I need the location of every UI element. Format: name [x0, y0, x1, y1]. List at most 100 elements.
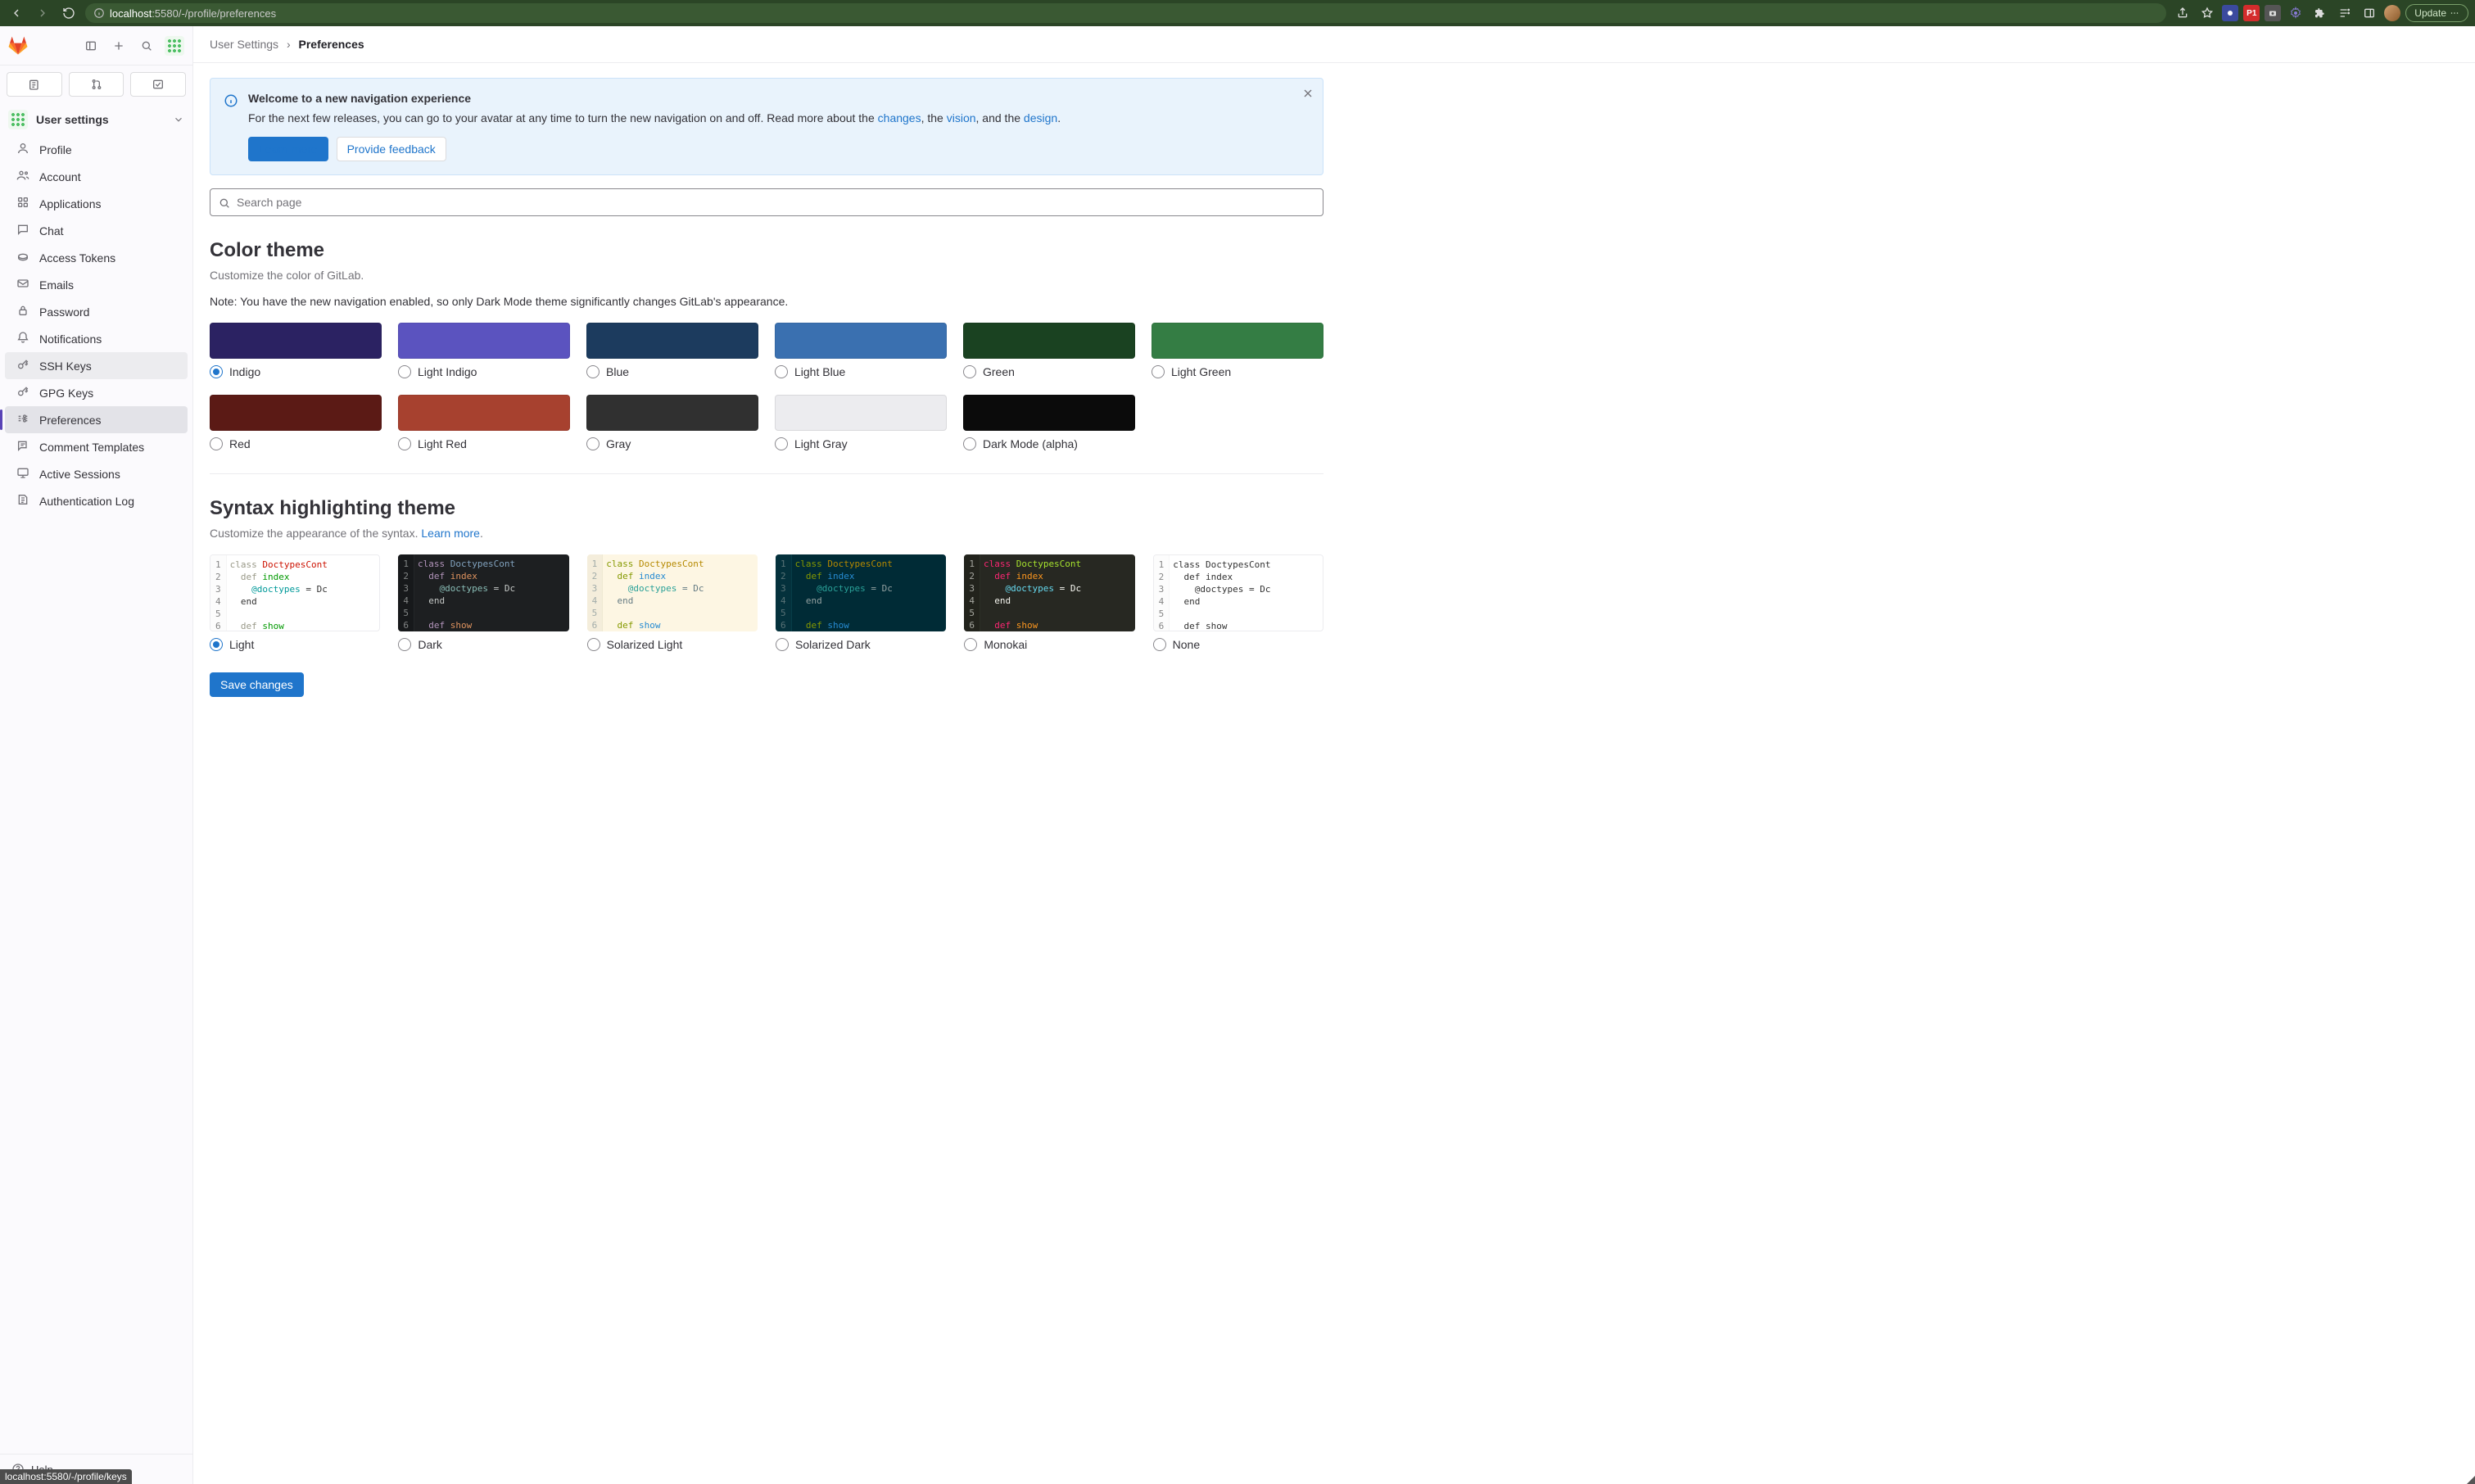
syntax-option-none[interactable]: 1 2 3 4 5 6class DoctypesCont def index … — [1153, 554, 1323, 651]
theme-option-light-blue[interactable]: Light Blue — [775, 323, 947, 378]
nav-back-button[interactable] — [7, 3, 26, 23]
search-icon[interactable] — [137, 36, 156, 56]
syntax-radio-row[interactable]: Monokai — [964, 638, 1134, 651]
theme-radio-row[interactable]: Light Blue — [775, 365, 947, 378]
syntax-radio-row[interactable]: Light — [210, 638, 380, 651]
context-switcher[interactable]: User settings — [0, 103, 192, 136]
syntax-radio-row[interactable]: None — [1153, 638, 1323, 651]
callout-link-vision[interactable]: vision — [947, 111, 976, 124]
sidebar-item-profile[interactable]: Profile — [5, 136, 188, 163]
theme-option-light-red[interactable]: Light Red — [398, 395, 570, 450]
sidebar-item-password[interactable]: Password — [5, 298, 188, 325]
theme-radio-row[interactable]: Light Gray — [775, 437, 947, 450]
syntax-option-solarized-dark[interactable]: 1 2 3 4 5 6class DoctypesCont def index … — [776, 554, 946, 651]
sidebar-item-access-tokens[interactable]: Access Tokens — [5, 244, 188, 271]
sidebar-collapse-icon[interactable] — [81, 36, 101, 56]
sidebar-item-active-sessions[interactable]: Active Sessions — [5, 460, 188, 487]
theme-option-blue[interactable]: Blue — [586, 323, 758, 378]
radio-icon — [963, 365, 976, 378]
theme-option-red[interactable]: Red — [210, 395, 382, 450]
bookmark-icon[interactable] — [2197, 3, 2217, 23]
syntax-option-monokai[interactable]: 1 2 3 4 5 6class DoctypesCont def index … — [964, 554, 1134, 651]
theme-option-light-gray[interactable]: Light Gray — [775, 395, 947, 450]
callout-close-button[interactable] — [1301, 87, 1314, 102]
callout-link-changes[interactable]: changes — [878, 111, 921, 124]
syntax-learn-more-link[interactable]: Learn more — [421, 527, 480, 540]
sidebar-item-gpg-keys[interactable]: GPG Keys — [5, 379, 188, 406]
callout-feedback-button[interactable]: Provide feedback — [337, 137, 446, 161]
search-icon — [218, 197, 231, 210]
sidebar-item-ssh-keys[interactable]: SSH Keys — [5, 352, 188, 379]
extension-icon[interactable] — [2222, 5, 2238, 21]
theme-radio-row[interactable]: Light Red — [398, 437, 570, 450]
extensions-puzzle-icon[interactable] — [2310, 3, 2330, 23]
extension-p1-icon[interactable]: P1 — [2243, 5, 2260, 21]
theme-option-green[interactable]: Green — [963, 323, 1135, 378]
context-mr-button[interactable] — [69, 72, 124, 97]
share-icon[interactable] — [2173, 3, 2192, 23]
syntax-option-light[interactable]: 1 2 3 4 5 6class DoctypesCont def index … — [210, 554, 380, 651]
sidebar-item-account[interactable]: Account — [5, 163, 188, 190]
search-input[interactable] — [210, 188, 1323, 216]
create-new-icon[interactable] — [109, 36, 129, 56]
sidebar-item-authentication-log[interactable]: Authentication Log — [5, 487, 188, 514]
context-todo-button[interactable] — [130, 72, 186, 97]
callout-learn-more-button[interactable]: Learn more — [248, 137, 328, 161]
syntax-radio-row[interactable]: Solarized Dark — [776, 638, 946, 651]
user-identicon[interactable] — [165, 36, 184, 56]
callout-body: For the next few releases, you can go to… — [248, 110, 1310, 127]
theme-radio-row[interactable]: Light Green — [1152, 365, 1323, 378]
theme-radio-row[interactable]: Green — [963, 365, 1135, 378]
sidebar-item-chat[interactable]: Chat — [5, 217, 188, 244]
url-text: localhost:5580/-/profile/preferences — [110, 7, 276, 20]
theme-option-light-green[interactable]: Light Green — [1152, 323, 1323, 378]
context-icon-row — [0, 66, 192, 103]
color-theme-sub: Customize the color of GitLab. — [210, 269, 1323, 282]
syntax-label: None — [1173, 638, 1200, 651]
radio-icon — [210, 437, 223, 450]
profile-avatar[interactable] — [2384, 5, 2400, 21]
syntax-label: Dark — [418, 638, 442, 651]
main-content: User Settings › Preferences Welcome to a… — [193, 26, 2475, 1484]
theme-option-indigo[interactable]: Indigo — [210, 323, 382, 378]
callout-link-design[interactable]: design — [1024, 111, 1057, 124]
browser-update-button[interactable]: Update — [2405, 4, 2468, 22]
nav-forward-button[interactable] — [33, 3, 52, 23]
save-changes-button[interactable]: Save changes — [210, 672, 304, 697]
panel-icon[interactable] — [2360, 3, 2379, 23]
sidebar-item-emails[interactable]: Emails — [5, 271, 188, 298]
sidebar: User settings ProfileAccountApplications… — [0, 26, 193, 1484]
resize-grip-icon[interactable] — [2467, 1476, 2475, 1484]
breadcrumb-root[interactable]: User Settings — [210, 38, 278, 51]
theme-swatch — [1152, 323, 1323, 359]
url-bar[interactable]: localhost:5580/-/profile/preferences — [85, 3, 2166, 23]
sidebar-item-applications[interactable]: Applications — [5, 190, 188, 217]
reading-list-icon[interactable] — [2335, 3, 2355, 23]
nav-reload-button[interactable] — [59, 3, 79, 23]
extension-gear-icon[interactable] — [2286, 3, 2305, 23]
theme-radio-row[interactable]: Light Indigo — [398, 365, 570, 378]
theme-radio-row[interactable]: Indigo — [210, 365, 382, 378]
nav-icon — [16, 358, 29, 373]
theme-option-light-indigo[interactable]: Light Indigo — [398, 323, 570, 378]
theme-option-gray[interactable]: Gray — [586, 395, 758, 450]
nav-icon — [16, 385, 29, 400]
syntax-radio-row[interactable]: Dark — [398, 638, 568, 651]
sidebar-item-preferences[interactable]: Preferences — [5, 406, 188, 433]
syntax-option-solarized-light[interactable]: 1 2 3 4 5 6class DoctypesCont def index … — [587, 554, 758, 651]
sidebar-item-notifications[interactable]: Notifications — [5, 325, 188, 352]
theme-radio-row[interactable]: Red — [210, 437, 382, 450]
nav-icon — [16, 439, 29, 455]
theme-radio-row[interactable]: Dark Mode (alpha) — [963, 437, 1135, 450]
syntax-radio-row[interactable]: Solarized Light — [587, 638, 758, 651]
syntax-option-dark[interactable]: 1 2 3 4 5 6class DoctypesCont def index … — [398, 554, 568, 651]
theme-option-dark-mode-alpha-[interactable]: Dark Mode (alpha) — [963, 395, 1135, 450]
context-work-button[interactable] — [7, 72, 62, 97]
theme-radio-row[interactable]: Gray — [586, 437, 758, 450]
radio-icon — [775, 437, 788, 450]
color-theme-grid: Indigo Light Indigo Blue Light Blue Green Lig… — [210, 323, 1323, 450]
extension-cam-icon[interactable] — [2265, 5, 2281, 21]
theme-radio-row[interactable]: Blue — [586, 365, 758, 378]
gitlab-logo-icon[interactable] — [8, 36, 28, 56]
sidebar-item-comment-templates[interactable]: Comment Templates — [5, 433, 188, 460]
